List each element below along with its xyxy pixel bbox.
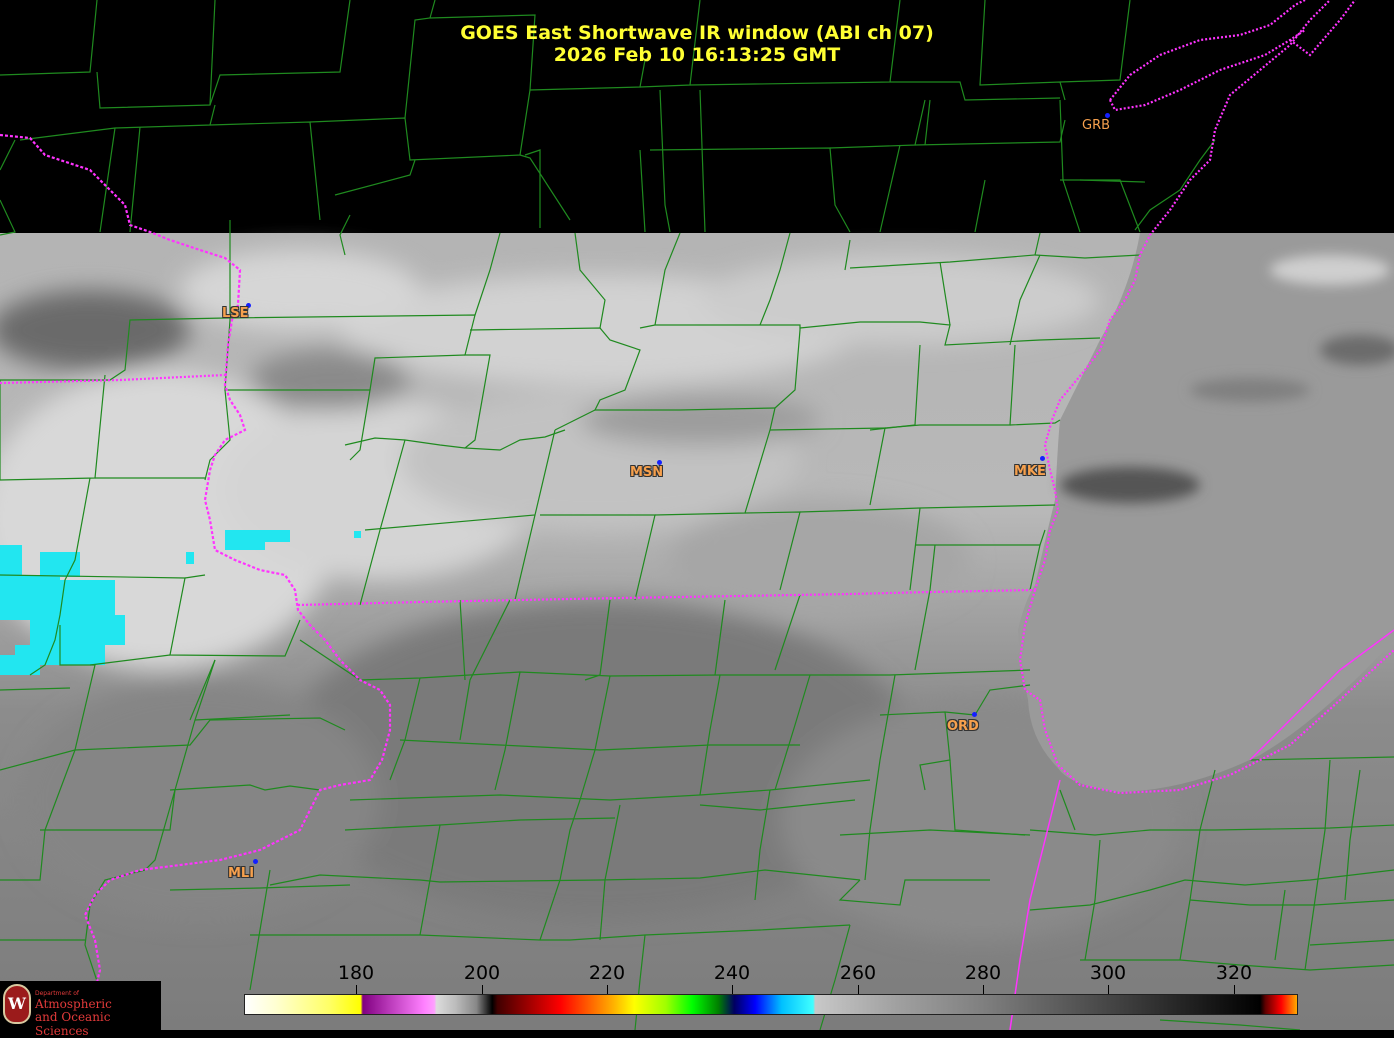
colorbar-tick-mark: [356, 985, 357, 994]
station-label: ORD: [947, 719, 979, 734]
station-label: MLI: [228, 866, 255, 881]
uw-seal-icon: W: [3, 984, 31, 1024]
satellite-imagery: [0, 233, 1394, 1030]
aos-logo: W Department of Atmospheric and Oceanic …: [0, 981, 161, 1038]
colorbar-tick-mark: [1234, 985, 1235, 994]
station-label: LSE: [222, 306, 249, 321]
station-dot: [1040, 456, 1045, 461]
logo-name-line2: and Oceanic Sciences: [35, 1010, 111, 1038]
colorbar-tick-label: 320: [1215, 962, 1253, 984]
temperature-colorbar: [244, 994, 1298, 1015]
colorbar-tick-label: 220: [588, 962, 626, 984]
station-dot: [972, 712, 977, 717]
station-label: MKE: [1014, 464, 1046, 479]
colorbar-tick-label: 240: [713, 962, 751, 984]
colorbar-tick-label: 300: [1089, 962, 1127, 984]
satellite-viewer: GOES East Shortwave IR window (ABI ch 07…: [0, 0, 1394, 1038]
colorbar-tick-mark: [858, 985, 859, 994]
logo-dept-text: Department of: [35, 990, 79, 997]
colorbar-tick-mark: [1108, 985, 1109, 994]
colorbar-tick-mark: [482, 985, 483, 994]
colorbar-tick-label: 280: [964, 962, 1002, 984]
map-timestamp: 2026 Feb 10 16:13:25 GMT: [553, 44, 841, 66]
colorbar-tick-mark: [607, 985, 608, 994]
colorbar-tick-mark: [732, 985, 733, 994]
station-label: MSN: [630, 465, 664, 480]
colorbar-tick-mark: [983, 985, 984, 994]
colorbar-tick-label: 200: [463, 962, 501, 984]
station-dot: [253, 859, 258, 864]
satellite-map: [0, 0, 1394, 1030]
station-label: GRB: [1082, 118, 1111, 133]
logo-name-line1: Atmospheric: [35, 997, 112, 1011]
colorbar-tick-label: 260: [839, 962, 877, 984]
colorbar-tick-label: 180: [337, 962, 375, 984]
map-title: GOES East Shortwave IR window (ABI ch 07…: [460, 22, 934, 44]
